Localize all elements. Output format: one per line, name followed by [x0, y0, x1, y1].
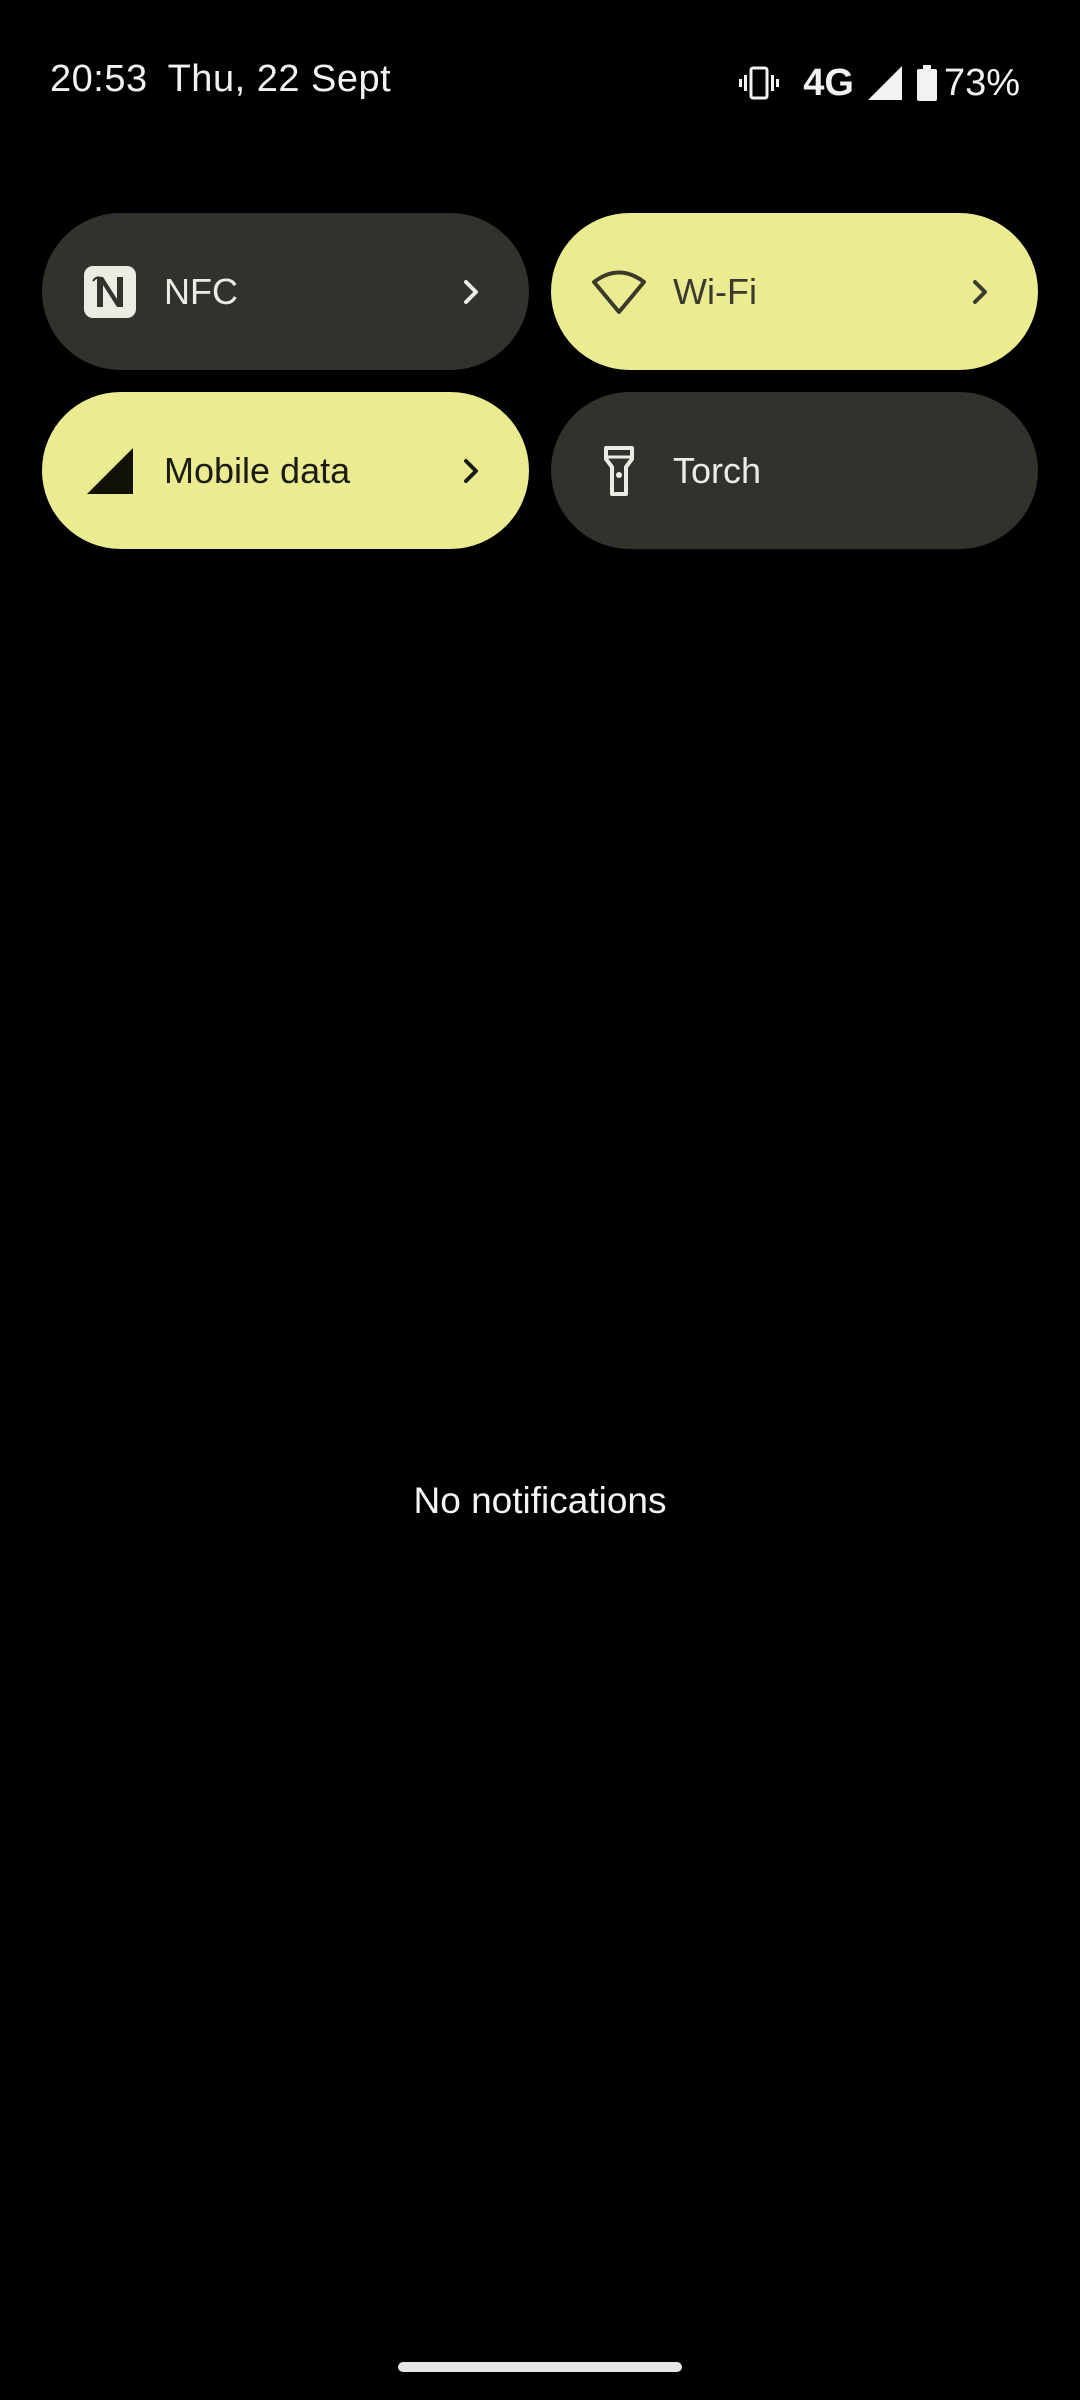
- tile-label-wifi: Wi-Fi: [673, 270, 757, 312]
- wifi-icon: [591, 264, 647, 320]
- tile-label-nfc: NFC: [164, 270, 238, 312]
- tile-torch[interactable]: Torch: [551, 392, 1038, 549]
- nfc-icon: [82, 264, 138, 320]
- tile-label-torch: Torch: [673, 449, 762, 491]
- chevron-right-icon: [457, 278, 485, 306]
- tile-label-mobile-data: Mobile data: [164, 449, 351, 491]
- gesture-nav-handle[interactable]: [398, 2362, 682, 2372]
- chevron-right-icon: [966, 278, 994, 306]
- no-notifications-text: No notifications: [413, 1480, 667, 1521]
- network-type: 4G: [803, 61, 854, 104]
- status-bar: 20:53 Thu, 22 Sept 4G 73%: [0, 0, 1080, 170]
- status-time: 20:53: [50, 58, 148, 100]
- torch-icon: [591, 443, 647, 499]
- tile-mobile-data[interactable]: Mobile data: [42, 392, 529, 549]
- battery-icon: [916, 65, 938, 101]
- battery-percent: 73%: [943, 61, 1020, 104]
- status-clock-date: 20:53 Thu, 22 Sept: [50, 58, 391, 101]
- vibrate-icon: [739, 65, 780, 101]
- chevron-right-icon: [457, 457, 485, 485]
- status-date: Thu, 22 Sept: [167, 58, 392, 100]
- status-icons: 4G 73%: [725, 58, 1020, 108]
- signal-icon: [867, 66, 902, 100]
- mobile-data-icon: [82, 443, 138, 499]
- tile-wifi[interactable]: Wi-Fi: [551, 213, 1038, 370]
- tile-nfc[interactable]: NFC: [42, 213, 529, 370]
